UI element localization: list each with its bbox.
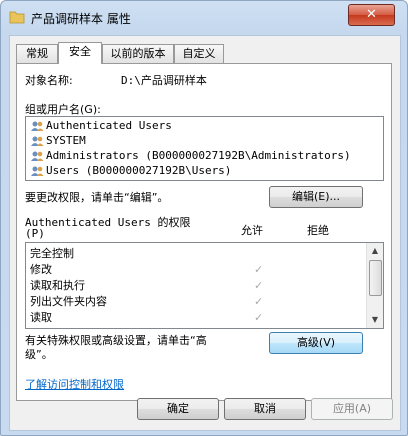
dialog-client: 常规 安全 以前的版本 自定义 对象名称: D:\产品调研样本 组或用户名(G)…	[9, 35, 401, 431]
properties-window: 产品调研样本 属性 ✕ 常规 安全 以前的版本 自定义 对象名称: D:\产品调…	[0, 0, 408, 436]
permissions-title-accel: (P)	[25, 227, 45, 240]
scroll-up-arrow-icon[interactable]: ▲	[367, 243, 383, 259]
edit-hint: 要更改权限，请单击“编辑”。	[25, 191, 169, 204]
users-listbox[interactable]: Authenticated Users SYSTEM Administrator…	[25, 116, 384, 181]
folder-icon	[9, 11, 25, 24]
permission-row-modify: 修改	[30, 263, 52, 276]
user-name: Users (B000000027192B\Users)	[46, 164, 232, 177]
tab-security[interactable]: 安全	[58, 42, 102, 64]
learn-access-control-link[interactable]: 了解访问控制和权限	[25, 376, 124, 392]
advanced-button[interactable]: 高级(V)	[269, 332, 363, 354]
permissions-title: Authenticated Users 的权限	[25, 216, 191, 229]
user-group-icon	[31, 166, 44, 176]
tab-previous-versions[interactable]: 以前的版本	[102, 44, 174, 63]
list-item[interactable]: SYSTEM	[30, 133, 86, 148]
permission-row-read-execute: 读取和执行	[30, 279, 85, 292]
allow-check: ✓	[254, 295, 264, 308]
groups-label: 组或用户名(G):	[25, 103, 101, 116]
list-item[interactable]: Authenticated Users	[30, 118, 172, 133]
edit-button[interactable]: 编辑(E)...	[269, 186, 363, 208]
user-group-icon	[31, 121, 44, 131]
list-item[interactable]: Administrators (B000000027192B\Administr…	[30, 148, 351, 163]
permission-row-list-folder: 列出文件夹内容	[30, 295, 107, 308]
allow-check: ✓	[254, 279, 264, 292]
tab-general[interactable]: 常规	[16, 44, 58, 63]
user-group-icon	[31, 151, 44, 161]
allow-column-header: 允许	[241, 224, 263, 237]
vertical-scrollbar[interactable]: ▲ ▼	[366, 243, 383, 328]
user-name: Administrators (B000000027192B\Administr…	[46, 149, 351, 162]
apply-button[interactable]: 应用(A)	[311, 398, 393, 420]
window-title: 产品调研样本 属性	[31, 12, 131, 26]
allow-check: ✓	[254, 311, 264, 324]
scroll-thumb[interactable]	[369, 260, 382, 296]
list-item[interactable]: Users (B000000027192B\Users)	[30, 163, 231, 178]
permissions-list[interactable]: 完全控制 修改 ✓ 读取和执行 ✓ 列出文件夹内容 ✓ 读取 ✓ ▲ ▼	[25, 242, 384, 329]
permission-row-read: 读取	[30, 311, 52, 324]
object-name-value: D:\产品调研样本	[121, 74, 207, 87]
cancel-button[interactable]: 取消	[224, 398, 306, 420]
permission-row-full-control: 完全控制	[30, 247, 74, 260]
scroll-down-arrow-icon[interactable]: ▼	[367, 312, 383, 328]
ok-button[interactable]: 确定	[137, 398, 219, 420]
user-name: Authenticated Users	[46, 119, 172, 132]
security-panel: 对象名称: D:\产品调研样本 组或用户名(G): Authenticated …	[16, 63, 392, 401]
deny-column-header: 拒绝	[307, 224, 329, 237]
close-button[interactable]: ✕	[348, 4, 395, 26]
tab-custom[interactable]: 自定义	[174, 44, 224, 63]
user-name: SYSTEM	[46, 134, 86, 147]
allow-check: ✓	[254, 263, 264, 276]
advanced-hint-cont: 级”。	[25, 348, 53, 361]
title-bar[interactable]: 产品调研样本 属性 ✕	[1, 1, 407, 35]
object-name-label: 对象名称:	[25, 74, 73, 87]
user-group-icon	[31, 136, 44, 146]
